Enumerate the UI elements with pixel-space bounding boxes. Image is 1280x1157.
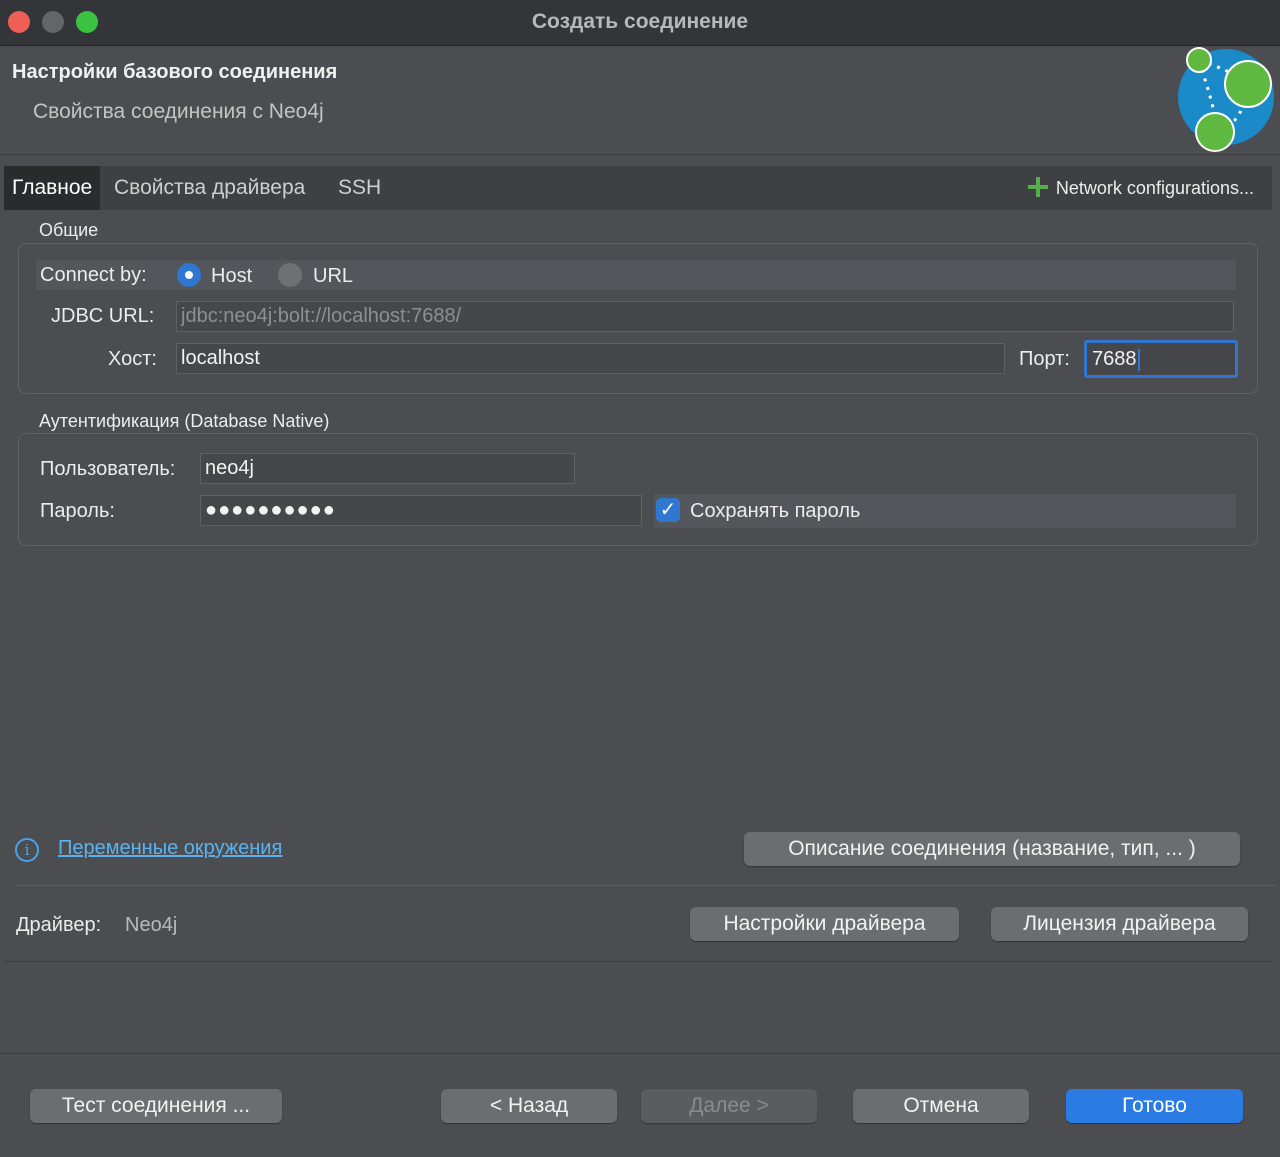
connect-by-label: Connect by: [40, 264, 147, 286]
jdbc-url-label: JDBC URL: [51, 305, 155, 327]
main-tab-content: Общие Connect by: Host URL JDBC URL: jdb… [4, 210, 1276, 962]
page-title: Настройки базового соединения [12, 61, 338, 83]
save-password-label[interactable]: Сохранять пароль [690, 500, 860, 523]
driver-settings-button[interactable]: Настройки драйвера [690, 907, 959, 941]
page-subtitle: Свойства соединения с Neo4j [33, 100, 324, 123]
text-caret [1137, 348, 1140, 371]
user-input[interactable]: neo4j [200, 453, 575, 484]
cancel-button[interactable]: Отмена [853, 1089, 1029, 1123]
info-icon: i [15, 838, 39, 862]
driver-label: Драйвер: [16, 914, 102, 936]
auth-group [18, 433, 1258, 546]
next-button[interactable]: Далее > [641, 1089, 817, 1123]
save-password-checkbox[interactable]: ✓ [656, 498, 680, 522]
host-radio[interactable] [177, 263, 201, 287]
network-configurations-label: Network configurations... [1055, 178, 1254, 198]
port-input[interactable]: 7688 [1084, 340, 1238, 378]
general-section-label: Общие [39, 220, 99, 240]
tab-bar: Главное Свойства драйвера SSH Network co… [4, 166, 1272, 210]
port-value: 7688 [1092, 348, 1137, 370]
url-radio[interactable] [278, 263, 302, 287]
port-label: Порт: [1019, 348, 1070, 370]
environment-variables-link[interactable]: Переменные окружения [58, 837, 282, 860]
plus-icon [1027, 177, 1048, 197]
host-radio-label[interactable]: Host [211, 265, 252, 288]
driver-license-button[interactable]: Лицензия драйвера [991, 907, 1248, 941]
tab-main[interactable]: Главное [4, 166, 101, 210]
neo4j-logo-icon [1178, 47, 1274, 152]
connection-description-button[interactable]: Описание соединения (название, тип, ... … [744, 832, 1240, 866]
host-label: Хост: [108, 348, 157, 370]
test-connection-button[interactable]: Тест соединения ... [30, 1089, 282, 1123]
password-label: Пароль: [40, 500, 115, 522]
auth-section-label: Аутентификация (Database Native) [39, 411, 330, 431]
network-configurations-button[interactable]: Network configurations... [1027, 166, 1254, 210]
wizard-header: Настройки базового соединения Свойства с… [0, 47, 1280, 155]
footer-divider [0, 1053, 1280, 1054]
divider [14, 885, 1276, 886]
create-connection-window: Создать соединение Настройки базового со… [0, 0, 1280, 1157]
driver-value: Neo4j [125, 914, 178, 936]
tab-driver-properties[interactable]: Свойства драйвера [114, 166, 305, 210]
user-label: Пользователь: [40, 458, 176, 480]
tab-ssh[interactable]: SSH [338, 166, 381, 210]
finish-button[interactable]: Готово [1066, 1089, 1243, 1123]
jdbc-url-field[interactable]: jdbc:neo4j:bolt://localhost:7688/ [176, 301, 1234, 332]
password-input[interactable]: ●●●●●●●●●● [200, 495, 642, 526]
back-button[interactable]: < Назад [441, 1089, 617, 1123]
url-radio-label[interactable]: URL [313, 265, 353, 288]
host-input[interactable]: localhost [176, 343, 1005, 374]
title-bar: Создать соединение [0, 0, 1280, 46]
window-title: Создать соединение [531, 10, 749, 33]
